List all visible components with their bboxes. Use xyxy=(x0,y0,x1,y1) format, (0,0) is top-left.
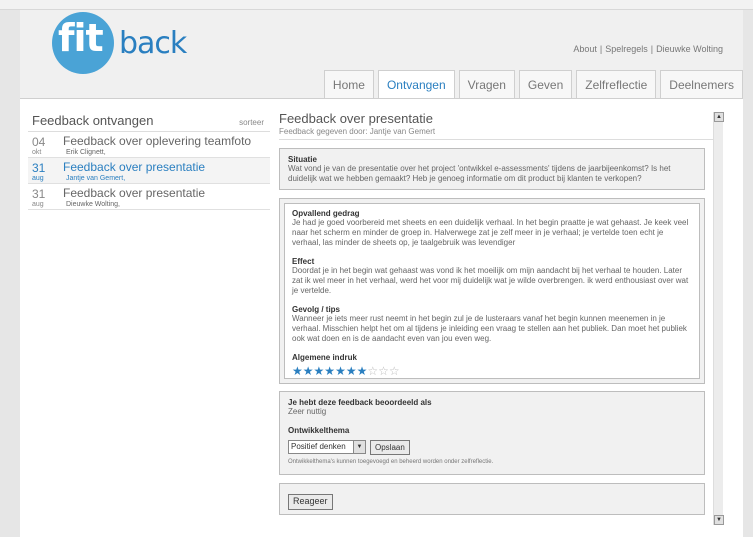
header-divider xyxy=(20,98,743,99)
tab-vragen[interactable]: Vragen xyxy=(458,70,515,98)
tab-ontvangen[interactable]: Ontvangen xyxy=(377,70,455,100)
theme-selected: Positief denken xyxy=(291,442,346,451)
list-item[interactable]: 04 okt Feedback over oplevering teamfoto… xyxy=(28,132,270,158)
theme-select[interactable]: Positief denken ▼ xyxy=(288,440,366,454)
tab-zelfreflectie[interactable]: Zelfreflectie xyxy=(576,70,657,98)
sidebar-header: Feedback ontvangen sorteer xyxy=(28,110,270,132)
opvallend-heading: Opvallend gedrag xyxy=(292,209,360,218)
item-month: aug xyxy=(32,201,44,208)
star-empty-icon: ☆ xyxy=(367,364,379,378)
section-opvallend: Opvallend gedrag Je had je goed voorbere… xyxy=(292,209,692,248)
user-link[interactable]: Dieuwke Wolting xyxy=(656,44,723,54)
scroll-down-icon[interactable]: ▼ xyxy=(714,515,724,525)
situation-heading: Situatie xyxy=(288,155,317,164)
reply-button[interactable]: Reageer xyxy=(288,493,333,510)
section-gevolg: Gevolg / tips Wanneer je iets meer rust … xyxy=(292,305,692,344)
tab-deelnemers[interactable]: Deelnemers xyxy=(660,70,743,98)
item-author: Jantje van Gemert, xyxy=(66,175,126,182)
separator: | xyxy=(650,44,654,54)
gevolg-text: Wanneer je iets meer rust neemt in het b… xyxy=(292,314,687,343)
item-title[interactable]: Feedback over presentatie xyxy=(63,160,205,174)
star-filled-icon: ★ xyxy=(335,364,346,378)
save-button[interactable]: Opslaan xyxy=(370,439,410,455)
top-strip xyxy=(0,0,753,10)
star-filled-icon: ★ xyxy=(292,364,303,378)
effect-text: Doordat je in het begin wat gehaast was … xyxy=(292,266,689,295)
theme-row: Positief denken ▼ Opslaan xyxy=(288,439,696,455)
logo-fit-text: fit xyxy=(58,16,104,60)
content-area: Feedback ontvangen sorteer 04 okt Feedba… xyxy=(20,98,743,537)
effect-heading: Effect xyxy=(292,257,315,266)
sidebar: Feedback ontvangen sorteer 04 okt Feedba… xyxy=(28,110,270,210)
star-empty-icon: ☆ xyxy=(388,364,400,378)
list-item[interactable]: 31 aug Feedback over presentatie Dieuwke… xyxy=(28,184,270,210)
tab-geven[interactable]: Geven xyxy=(518,70,573,98)
situation-text: Wat vond je van de presentatie over het … xyxy=(288,164,671,183)
theme-note: Ontwikkelthema's kunnen toegevoegd en be… xyxy=(288,459,494,465)
rating-value: Zeer nuttig xyxy=(288,407,327,416)
gevolg-heading: Gevolg / tips xyxy=(292,305,341,314)
item-author: Erik Clignett, xyxy=(66,149,106,156)
list-item[interactable]: 31 aug Feedback over presentatie Jantje … xyxy=(28,158,270,184)
tab-home[interactable]: Home xyxy=(323,70,374,98)
rating-box: Je hebt deze feedback beoordeeld als Zee… xyxy=(279,391,705,475)
sidebar-title: Feedback ontvangen xyxy=(32,113,154,128)
star-filled-icon: ★ xyxy=(345,364,357,378)
star-empty-icon: ☆ xyxy=(378,364,389,378)
item-month: aug xyxy=(32,175,44,182)
opvallend-text: Je had je goed voorbereid met sheets en … xyxy=(292,218,689,247)
section-effect: Effect Doordat je in het begin wat gehaa… xyxy=(292,257,692,296)
item-author: Dieuwke Wolting, xyxy=(66,201,120,208)
logo-back-text: back xyxy=(119,26,187,61)
feedback-inner: Opvallend gedrag Je had je goed voorbere… xyxy=(284,203,700,379)
item-day: 31 xyxy=(32,187,46,201)
indruk-heading: Algemene indruk xyxy=(292,353,357,362)
fitback-logo[interactable]: fit back xyxy=(52,12,192,74)
item-day: 04 xyxy=(32,135,46,149)
page-subtitle: Feedback gegeven door: Jantje van Gemert xyxy=(279,127,719,140)
rating-stars: ★★★★★★★☆☆☆ xyxy=(292,365,692,377)
reply-box: Reageer xyxy=(279,483,705,515)
star-filled-icon: ★ xyxy=(324,364,336,378)
rating-heading: Je hebt deze feedback beoordeeld als xyxy=(288,398,432,407)
star-filled-icon: ★ xyxy=(313,364,325,378)
header: fit back About | Spelregels | Dieuwke Woltin… xyxy=(20,10,743,100)
item-month: okt xyxy=(32,149,42,156)
scrollbar[interactable]: ▲ ▼ xyxy=(713,112,724,525)
star-filled-icon: ★ xyxy=(302,364,314,378)
sort-link[interactable]: sorteer xyxy=(239,118,264,127)
scroll-up-icon[interactable]: ▲ xyxy=(714,112,724,122)
situation-box: Situatie Wat vond je van de presentatie … xyxy=(279,148,705,190)
top-links: About | Spelregels | Dieuwke Wolting xyxy=(573,44,723,54)
feedback-box: Opvallend gedrag Je had je goed voorbere… xyxy=(279,198,705,384)
about-link[interactable]: About xyxy=(573,44,597,54)
theme-heading: Ontwikkelthema xyxy=(288,426,350,435)
item-title[interactable]: Feedback over presentatie xyxy=(63,186,205,200)
main-nav: Home Ontvangen Vragen Geven Zelfreflecti… xyxy=(320,70,743,100)
spelregels-link[interactable]: Spelregels xyxy=(605,44,648,54)
separator: | xyxy=(599,44,603,54)
chevron-down-icon[interactable]: ▼ xyxy=(353,441,365,453)
item-day: 31 xyxy=(32,161,46,175)
star-filled-icon: ★ xyxy=(356,364,368,378)
section-indruk: Algemene indruk ★★★★★★★☆☆☆ xyxy=(292,353,692,377)
page-title: Feedback over presentatie xyxy=(279,111,433,126)
feedback-detail: Feedback over presentatie Feedback gegev… xyxy=(279,111,719,140)
item-title[interactable]: Feedback over oplevering teamfoto xyxy=(63,134,251,148)
